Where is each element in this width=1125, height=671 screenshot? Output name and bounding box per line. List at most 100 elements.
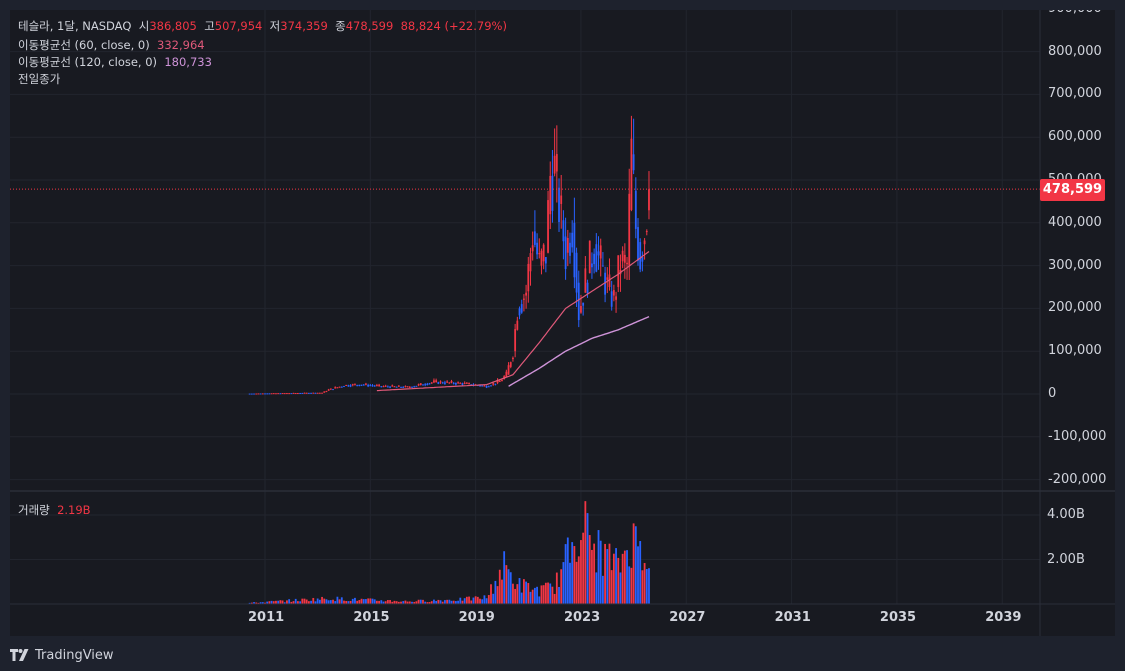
volume-bar: [619, 572, 622, 604]
candle-body: [384, 385, 387, 387]
candle-body: [446, 381, 449, 383]
candle-body: [318, 392, 321, 394]
volume-bar: [305, 599, 308, 604]
volume-bar: [547, 582, 549, 604]
symbol-legend[interactable]: 테슬라, 1달, NASDAQ 시386,805 고507,954 저374,3…: [18, 18, 507, 34]
chart-canvas[interactable]: [10, 10, 1115, 636]
volume-bar: [540, 585, 543, 604]
candle-body: [389, 386, 391, 388]
volume-bar: [312, 597, 315, 604]
candle-body: [369, 385, 372, 387]
candle-body: [637, 227, 639, 261]
candle-body: [595, 244, 598, 272]
candle-body: [264, 393, 266, 395]
candle-body: [360, 384, 363, 386]
candle-body: [527, 263, 530, 292]
candle-body: [354, 384, 356, 386]
candle-body: [301, 392, 304, 394]
volume-bar: [373, 599, 376, 604]
candle-body: [547, 200, 549, 253]
candle-body: [395, 386, 398, 388]
candle-body: [641, 257, 644, 262]
candle-body: [566, 237, 569, 253]
candle-body: [391, 385, 394, 387]
volume-bar: [518, 578, 521, 604]
candle-body: [630, 138, 633, 210]
candle-body: [580, 306, 582, 313]
candle-body: [323, 391, 326, 393]
volume-bar: [494, 580, 497, 604]
volume-bar: [286, 600, 288, 604]
candle-body: [358, 384, 361, 387]
candle-body: [514, 329, 517, 352]
time-axis-label: 2035: [879, 610, 917, 625]
low-label: 저: [269, 19, 281, 33]
open-value: 386,805: [149, 19, 197, 33]
candle-body: [602, 265, 604, 267]
tradingview-brand[interactable]: TradingView: [35, 648, 114, 663]
volume-bar: [340, 597, 343, 604]
volume-bar: [468, 596, 470, 604]
ma120-label: 이동평균선 (120, close, 0): [18, 55, 158, 69]
candle-body: [437, 382, 440, 384]
chart-frame[interactable]: 테슬라, 1달, NASDAQ 시386,805 고507,954 저374,3…: [10, 10, 1115, 636]
candle-body: [571, 232, 574, 248]
volume-bar: [516, 584, 519, 604]
volume-bar: [483, 595, 486, 604]
ma60-legend[interactable]: 이동평균선 (60, close, 0) 332,964: [18, 37, 205, 53]
candle-body: [523, 298, 525, 300]
candle-body: [340, 386, 343, 388]
candle-body: [327, 389, 330, 391]
volume-bar: [591, 549, 593, 604]
candle-body: [312, 392, 315, 394]
candle-body: [487, 386, 490, 388]
volume-bar: [380, 600, 383, 604]
volume-bar: [641, 570, 644, 604]
last-price-tag: 478,599: [1040, 179, 1105, 201]
volume-bar: [318, 599, 321, 604]
candle-body: [297, 393, 299, 395]
volume-bar: [610, 570, 613, 604]
candle-body: [419, 383, 422, 386]
candle-body: [307, 392, 310, 394]
volume-bar: [643, 563, 646, 604]
candle-body: [424, 384, 427, 386]
volume-bar: [626, 550, 628, 604]
candle-body: [290, 393, 293, 395]
candle-body: [560, 195, 563, 204]
prev-close-legend[interactable]: 전일종가: [18, 71, 60, 87]
volume-bar: [648, 568, 650, 604]
candle-body: [573, 222, 576, 278]
volume-bar: [419, 599, 422, 604]
candle-body: [562, 220, 565, 242]
volume-bar: [360, 598, 363, 604]
candle-body: [362, 384, 365, 386]
open-label: 시: [138, 19, 150, 33]
candle-body: [612, 290, 615, 296]
candle-body: [283, 393, 286, 395]
candle-body: [621, 250, 624, 262]
candle-body: [292, 392, 295, 394]
candle-body: [371, 385, 374, 387]
candle-body: [586, 282, 589, 294]
candle-body: [525, 292, 528, 296]
candle-body: [305, 392, 308, 394]
volume-bar: [503, 551, 506, 604]
candle-body: [450, 381, 453, 383]
grid-lines: [10, 10, 1040, 604]
candle-body: [367, 384, 370, 387]
volume-bar: [555, 572, 558, 604]
candle-body: [645, 231, 648, 233]
volume-bar: [459, 597, 462, 604]
ma120-legend[interactable]: 이동평균선 (120, close, 0) 180,733: [18, 54, 212, 70]
candle-body: [632, 154, 635, 171]
candle-body: [448, 382, 451, 384]
candle-body: [639, 242, 642, 270]
candle-body: [303, 392, 306, 394]
candle-body: [332, 389, 334, 391]
volume-legend[interactable]: 거래량 2.19B: [18, 502, 91, 518]
volume-bar: [444, 600, 446, 604]
tradingview-logo-icon[interactable]: [10, 649, 30, 661]
candle-body: [347, 385, 350, 387]
candle-body: [277, 393, 280, 395]
